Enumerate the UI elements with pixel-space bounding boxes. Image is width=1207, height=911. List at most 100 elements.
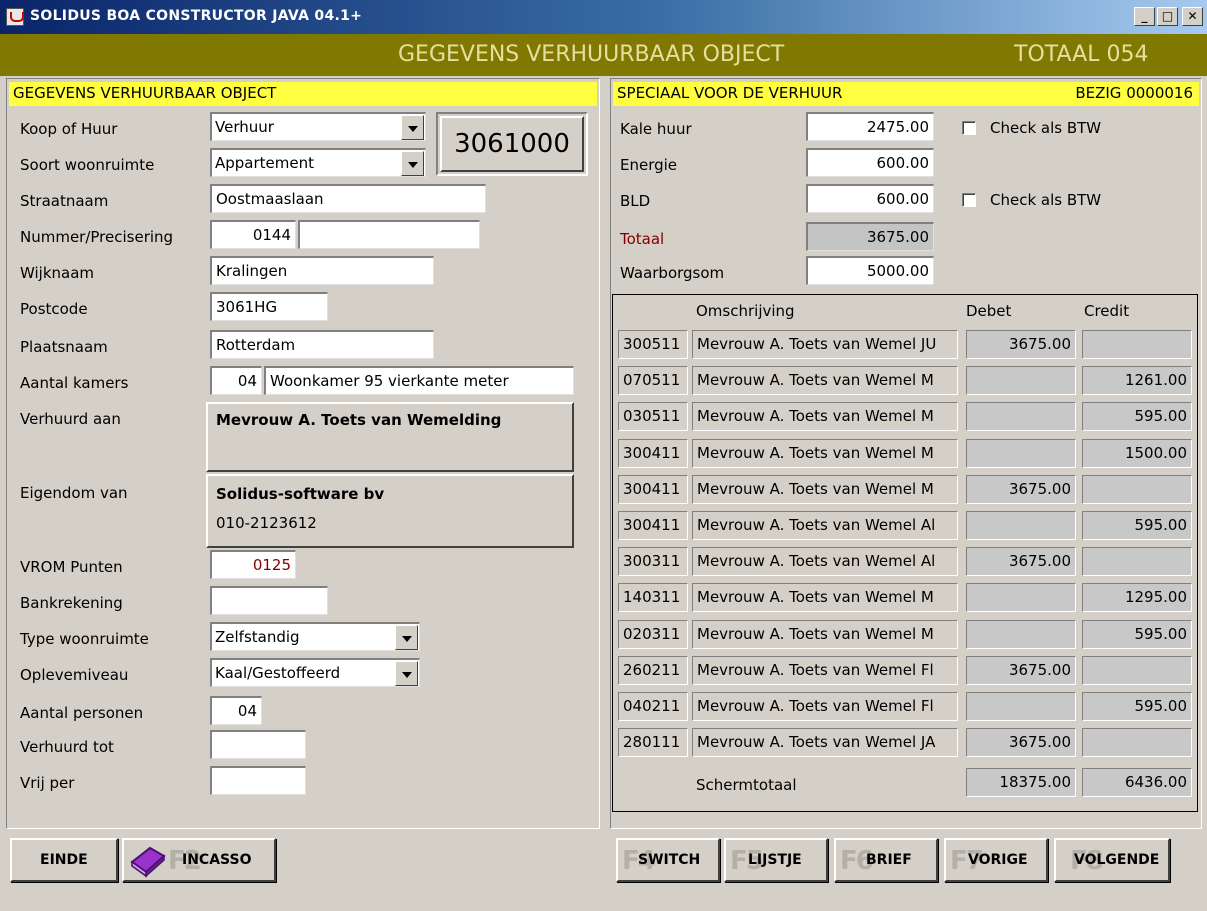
object-code-box: 3061000 — [436, 112, 588, 176]
kamers-description-field[interactable]: Woonkamer 95 vierkante meter — [264, 366, 574, 395]
check-btw-bld-label: Check als BTW — [990, 191, 1102, 209]
aantal-personen-field[interactable]: 04 — [210, 696, 262, 725]
ledger-row-credit[interactable] — [1082, 330, 1192, 359]
lijstje-button[interactable]: F5 LIJSTJE — [724, 838, 828, 882]
volgende-button[interactable]: F8 VOLGENDE — [1054, 838, 1170, 882]
chevron-down-icon[interactable] — [395, 625, 418, 650]
ledger-row-description[interactable]: Mevrouw A. Toets van Wemel M — [692, 583, 958, 612]
check-btw-bld-checkbox[interactable] — [962, 193, 976, 207]
ledger-row-date[interactable]: 300411 — [618, 475, 688, 504]
ledger-row-description[interactable]: Mevrouw A. Toets van Wemel M — [692, 402, 958, 431]
chevron-down-icon[interactable] — [401, 151, 424, 176]
ledger-row-debet[interactable]: 3675.00 — [966, 475, 1076, 504]
ledger-row-credit[interactable]: 1261.00 — [1082, 366, 1192, 395]
opleverniveau-value: Kaal/Gestoffeerd — [215, 664, 341, 682]
ledger-row-credit[interactable]: 1500.00 — [1082, 439, 1192, 468]
ledger-row-debet[interactable]: 3675.00 — [966, 330, 1076, 359]
ledger-row-credit[interactable] — [1082, 475, 1192, 504]
incasso-button[interactable]: F2 INCASSO — [122, 838, 276, 882]
ledger-row-description[interactable]: Mevrouw A. Toets van Wemel M — [692, 475, 958, 504]
verhuurd-aan-button[interactable]: Mevrouw A. Toets van Wemelding — [206, 402, 574, 472]
ledger-row-description[interactable]: Mevrouw A. Toets van Wemel M — [692, 366, 958, 395]
ledger-row-credit[interactable]: 1295.00 — [1082, 583, 1192, 612]
ledger-row-description[interactable]: Mevrouw A. Toets van Wemel Al — [692, 511, 958, 540]
ledger-row-description[interactable]: Mevrouw A. Toets van Wemel Fl — [692, 656, 958, 685]
ledger-row-date[interactable]: 020311 — [618, 620, 688, 649]
nummer-field[interactable]: 0144 — [210, 220, 296, 249]
ledger-row-date[interactable]: 030511 — [618, 402, 688, 431]
ledger-row-debet[interactable] — [966, 511, 1076, 540]
label-bld: BLD — [620, 192, 651, 210]
ledger-row-description[interactable]: Mevrouw A. Toets van Wemel M — [692, 620, 958, 649]
wijknaam-field[interactable]: Kralingen — [210, 256, 434, 285]
book-icon — [130, 846, 166, 878]
ledger-row-date[interactable]: 260211 — [618, 656, 688, 685]
waarborgsom-field[interactable]: 5000.00 — [806, 256, 934, 285]
kale-huur-field[interactable]: 2475.00 — [806, 112, 934, 141]
ledger-row-debet[interactable] — [966, 439, 1076, 468]
postcode-field[interactable]: 3061HG — [210, 292, 328, 321]
ledger-row-description[interactable]: Mevrouw A. Toets van Wemel M — [692, 439, 958, 468]
ledger-row-debet[interactable] — [966, 583, 1076, 612]
ledger-row-date[interactable]: 300411 — [618, 511, 688, 540]
vrij-per-field[interactable] — [210, 766, 306, 795]
bld-field[interactable]: 600.00 — [806, 184, 934, 213]
ledger-row-credit[interactable]: 595.00 — [1082, 620, 1192, 649]
opleverniveau-select[interactable]: Kaal/Gestoffeerd — [210, 658, 420, 687]
ledger-row-date[interactable]: 140311 — [618, 583, 688, 612]
switch-button[interactable]: F4 SWITCH — [616, 838, 720, 882]
ledger-row-date[interactable]: 040211 — [618, 692, 688, 721]
ledger-row-credit[interactable]: 595.00 — [1082, 402, 1192, 431]
verhuurd-tot-field[interactable] — [210, 730, 306, 759]
kamers-field[interactable]: 04 — [210, 366, 262, 395]
ledger-row-description[interactable]: Mevrouw A. Toets van Wemel Fl — [692, 692, 958, 721]
label-waarborgsom: Waarborgsom — [620, 264, 725, 282]
einde-button[interactable]: EINDE — [10, 838, 118, 882]
ledger-row-credit[interactable]: 595.00 — [1082, 511, 1192, 540]
close-icon[interactable]: ✕ — [1182, 7, 1203, 26]
vorige-button[interactable]: F7 VORIGE — [944, 838, 1048, 882]
ledger-row-debet[interactable] — [966, 402, 1076, 431]
ledger-row-debet[interactable] — [966, 620, 1076, 649]
plaatsnaam-field[interactable]: Rotterdam — [210, 330, 434, 359]
ledger-row-description[interactable]: Mevrouw A. Toets van Wemel JA — [692, 728, 958, 757]
check-btw-kale-huur-checkbox[interactable] — [962, 121, 976, 135]
ledger-row-debet[interactable]: 3675.00 — [966, 656, 1076, 685]
chevron-down-icon[interactable] — [395, 661, 418, 686]
java-app-icon[interactable] — [6, 8, 24, 26]
ledger-row-description[interactable]: Mevrouw A. Toets van Wemel JU — [692, 330, 958, 359]
eigendom-button[interactable]: Solidus-software bv 010-2123612 — [206, 474, 574, 548]
ledger-row-credit[interactable] — [1082, 547, 1192, 576]
ledger-header-credit: Credit — [1084, 302, 1130, 320]
precisering-field[interactable] — [298, 220, 480, 249]
type-woonruimte-select[interactable]: Zelfstandig — [210, 622, 420, 651]
ledger-row-credit[interactable]: 595.00 — [1082, 692, 1192, 721]
ledger-row-credit[interactable] — [1082, 656, 1192, 685]
status-badge: BEZIG 0000016 — [1075, 84, 1193, 102]
chevron-down-icon[interactable] — [401, 115, 424, 140]
koop-huur-value: Verhuur — [215, 118, 274, 136]
ledger-total-credit: 6436.00 — [1082, 768, 1192, 797]
label-verhuurd-tot: Verhuurd tot — [20, 738, 114, 756]
ledger-row-date[interactable]: 300311 — [618, 547, 688, 576]
ledger-row-date[interactable]: 070511 — [618, 366, 688, 395]
ledger-row-description[interactable]: Mevrouw A. Toets van Wemel Al — [692, 547, 958, 576]
brief-button[interactable]: F6 BRIEF — [834, 838, 938, 882]
ledger-row-debet[interactable] — [966, 366, 1076, 395]
straatnaam-field[interactable]: Oostmaaslaan — [210, 184, 486, 213]
soort-select[interactable]: Appartement — [210, 148, 426, 177]
energie-field[interactable]: 600.00 — [806, 148, 934, 177]
ledger-row-debet[interactable]: 3675.00 — [966, 728, 1076, 757]
koop-huur-select[interactable]: Verhuur — [210, 112, 426, 141]
bankrekening-field[interactable] — [210, 586, 328, 615]
minimize-icon[interactable]: _ — [1134, 7, 1155, 26]
ledger-row-debet[interactable]: 3675.00 — [966, 547, 1076, 576]
vrom-punten-field[interactable]: 0125 — [210, 550, 296, 579]
ledger-row-credit[interactable] — [1082, 728, 1192, 757]
label-eigendom: Eigendom van — [20, 484, 128, 502]
ledger-row-date[interactable]: 280111 — [618, 728, 688, 757]
ledger-row-date[interactable]: 300411 — [618, 439, 688, 468]
ledger-row-debet[interactable] — [966, 692, 1076, 721]
maximize-icon[interactable]: □ — [1157, 7, 1178, 26]
ledger-row-date[interactable]: 300511 — [618, 330, 688, 359]
